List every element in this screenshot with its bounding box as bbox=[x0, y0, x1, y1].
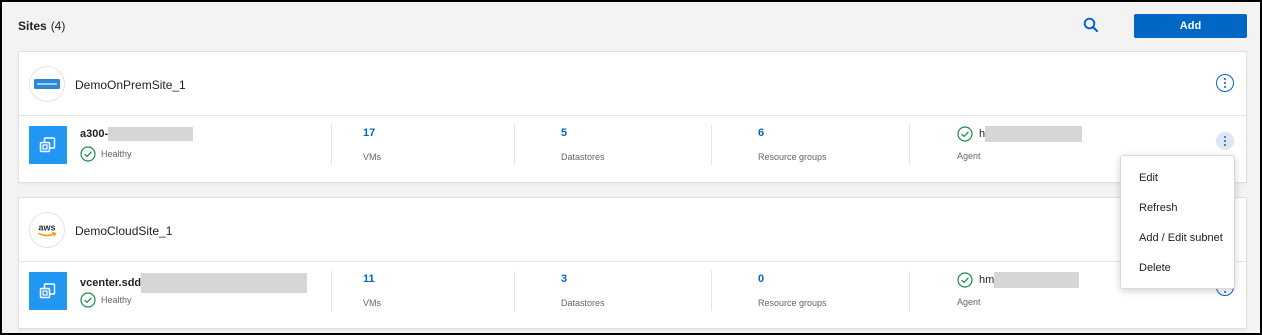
vcenter-more-icon[interactable] bbox=[1216, 132, 1234, 150]
sites-panel: Sites (4) Add DemoOnPremSite_1 a300- Hea… bbox=[0, 0, 1262, 335]
check-circle-icon bbox=[80, 146, 96, 162]
vcenter-name-text: a300- bbox=[80, 127, 109, 140]
datastores-label: Datastores bbox=[561, 298, 605, 308]
datastores-count[interactable]: 3 bbox=[561, 273, 605, 285]
vcenter-icon bbox=[29, 126, 67, 164]
vms-metric[interactable]: 17 VMs bbox=[363, 127, 381, 162]
agent-info: h Agent bbox=[957, 126, 1083, 161]
divider bbox=[909, 271, 910, 311]
datastores-metric[interactable]: 5 Datastores bbox=[561, 127, 605, 162]
site-header: aws DemoCloudSite_1 bbox=[19, 198, 1246, 262]
resource-groups-metric[interactable]: 6 Resource groups bbox=[758, 127, 827, 162]
vcenter-name: vcenter.sdd bbox=[80, 273, 308, 293]
add-button[interactable]: Add bbox=[1134, 14, 1247, 38]
divider bbox=[909, 125, 910, 165]
agent-label: Agent bbox=[957, 151, 981, 161]
sites-header: Sites (4) Add bbox=[18, 14, 1247, 38]
vms-label: VMs bbox=[363, 298, 381, 308]
redacted-text bbox=[985, 126, 1083, 142]
agent-name: hm bbox=[979, 272, 1080, 288]
menu-item-refresh[interactable]: Refresh bbox=[1121, 193, 1234, 223]
resource-groups-count[interactable]: 0 bbox=[758, 273, 827, 285]
search-icon[interactable] bbox=[1082, 16, 1100, 34]
site-card: DemoOnPremSite_1 a300- Healthy 17 VMs 5 … bbox=[18, 51, 1247, 183]
status-label: Healthy bbox=[101, 149, 132, 159]
vcenter-name: a300- bbox=[80, 127, 194, 141]
vcenter-row[interactable]: a300- Healthy 17 VMs 5 Datastores 6 Reso… bbox=[19, 116, 1246, 182]
divider bbox=[331, 271, 332, 311]
page-title: Sites (4) bbox=[18, 19, 65, 33]
divider bbox=[331, 125, 332, 165]
site-card: aws DemoCloudSite_1 vcenter.sdd Healthy … bbox=[18, 197, 1247, 329]
resource-groups-label: Resource groups bbox=[758, 152, 827, 162]
status-healthy: Healthy bbox=[80, 292, 132, 308]
datastores-label: Datastores bbox=[561, 152, 605, 162]
site-name: DemoOnPremSite_1 bbox=[75, 78, 186, 92]
datastores-count[interactable]: 5 bbox=[561, 127, 605, 139]
vms-count[interactable]: 11 bbox=[363, 273, 381, 285]
vcenter-row[interactable]: vcenter.sdd Healthy 11 VMs 3 Datastores bbox=[19, 262, 1246, 328]
agent-name: h bbox=[979, 126, 1083, 142]
aws-logo: aws bbox=[29, 212, 65, 248]
vms-metric[interactable]: 11 VMs bbox=[363, 273, 381, 308]
check-circle-icon bbox=[80, 292, 96, 308]
vms-count[interactable]: 17 bbox=[363, 127, 381, 139]
site-name: DemoCloudSite_1 bbox=[75, 224, 173, 238]
divider bbox=[514, 271, 515, 311]
title-label: Sites bbox=[18, 19, 47, 33]
agent-info: hm Agent bbox=[957, 272, 1080, 307]
site-header: DemoOnPremSite_1 bbox=[19, 52, 1246, 116]
status-healthy: Healthy bbox=[80, 146, 132, 162]
redacted-text bbox=[108, 127, 194, 141]
context-menu: Edit Refresh Add / Edit subnet Delete bbox=[1120, 155, 1235, 289]
datastores-metric[interactable]: 3 Datastores bbox=[561, 273, 605, 308]
vcenter-icon bbox=[29, 272, 67, 310]
server-icon bbox=[29, 66, 65, 102]
menu-item-delete[interactable]: Delete bbox=[1121, 253, 1234, 283]
agent-name-text: hm bbox=[979, 273, 995, 286]
site-more-icon[interactable] bbox=[1216, 74, 1234, 92]
menu-item-edit[interactable]: Edit bbox=[1121, 163, 1234, 193]
divider bbox=[711, 125, 712, 165]
agent-label: Agent bbox=[957, 297, 981, 307]
redacted-text bbox=[994, 272, 1080, 288]
resource-groups-metric[interactable]: 0 Resource groups bbox=[758, 273, 827, 308]
divider bbox=[514, 125, 515, 165]
divider bbox=[711, 271, 712, 311]
resource-groups-label: Resource groups bbox=[758, 298, 827, 308]
aws-logo-text: aws bbox=[38, 223, 55, 233]
resource-groups-count[interactable]: 6 bbox=[758, 127, 827, 139]
vcenter-name-text: vcenter.sdd bbox=[80, 276, 142, 289]
site-count: (4) bbox=[50, 19, 66, 33]
check-circle-icon bbox=[957, 126, 973, 142]
menu-item-add-edit-subnet[interactable]: Add / Edit subnet bbox=[1121, 223, 1234, 253]
redacted-text bbox=[141, 273, 308, 293]
status-label: Healthy bbox=[101, 295, 132, 305]
vms-label: VMs bbox=[363, 152, 381, 162]
check-circle-icon bbox=[957, 272, 973, 288]
